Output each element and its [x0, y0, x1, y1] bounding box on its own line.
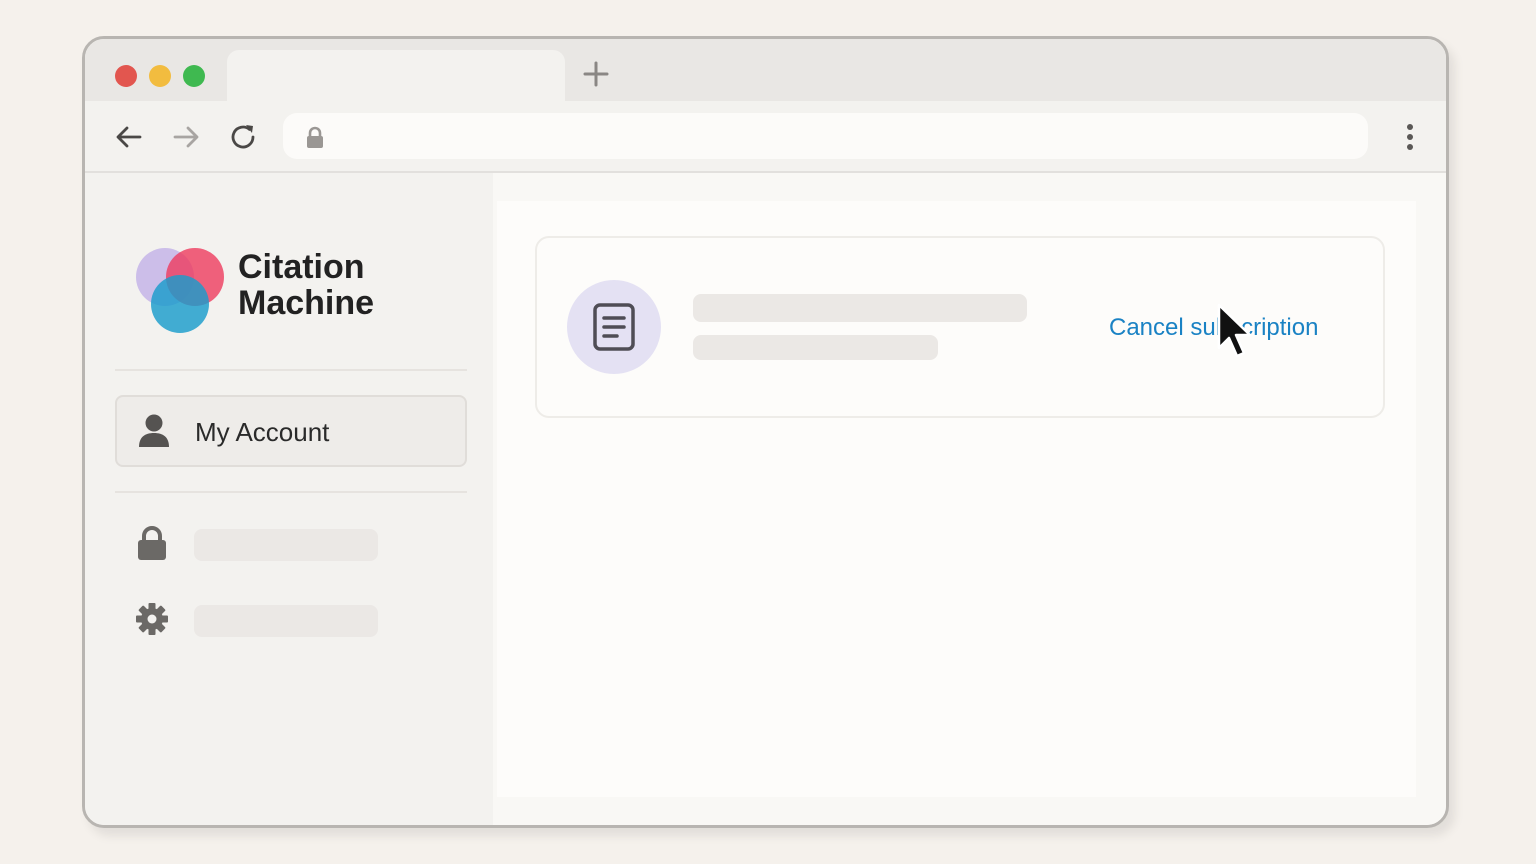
- minimize-window-button[interactable]: [149, 65, 171, 87]
- sidebar-item-placeholder[interactable]: [194, 605, 378, 637]
- plus-icon[interactable]: [581, 59, 611, 89]
- arrow-right-icon[interactable]: [170, 121, 202, 153]
- gear-icon[interactable]: [135, 601, 169, 637]
- brand-line-1: Citation: [238, 248, 365, 286]
- sidebar-divider: [115, 491, 467, 493]
- browser-window: Citation Machine My Account Cancel subsc…: [82, 36, 1449, 828]
- subscription-title-placeholder: [693, 294, 1027, 322]
- document-icon: [593, 303, 635, 351]
- brand-name: Citation Machine: [238, 249, 374, 321]
- mouse-cursor-icon: [1217, 303, 1252, 358]
- sidebar-item-my-account[interactable]: My Account: [115, 395, 467, 467]
- subscription-subtitle-placeholder: [693, 335, 938, 360]
- browser-tab[interactable]: [227, 50, 565, 104]
- sidebar-item-label: My Account: [195, 417, 330, 447]
- arrow-left-icon[interactable]: [113, 121, 145, 153]
- brand-line-2: Machine: [238, 284, 375, 322]
- sidebar-item-placeholder[interactable]: [194, 529, 378, 561]
- cancel-subscription-link[interactable]: Cancel subscription: [1109, 314, 1318, 342]
- lock-icon: [307, 126, 323, 148]
- maximize-window-button[interactable]: [183, 65, 205, 87]
- tab-bar: [85, 39, 1446, 104]
- sidebar: Citation Machine My Account: [85, 173, 493, 825]
- kebab-menu-icon[interactable]: [1402, 121, 1418, 153]
- subscription-icon-badge: [567, 280, 661, 374]
- reload-icon[interactable]: [227, 121, 259, 153]
- browser-toolbar: [85, 101, 1446, 173]
- address-bar[interactable]: [283, 113, 1368, 159]
- close-window-button[interactable]: [115, 65, 137, 87]
- lock-icon[interactable]: [135, 525, 169, 561]
- citation-machine-logo: [136, 248, 224, 333]
- person-icon: [139, 414, 169, 447]
- subscription-card: Cancel subscription: [535, 236, 1385, 418]
- sidebar-divider: [115, 369, 467, 371]
